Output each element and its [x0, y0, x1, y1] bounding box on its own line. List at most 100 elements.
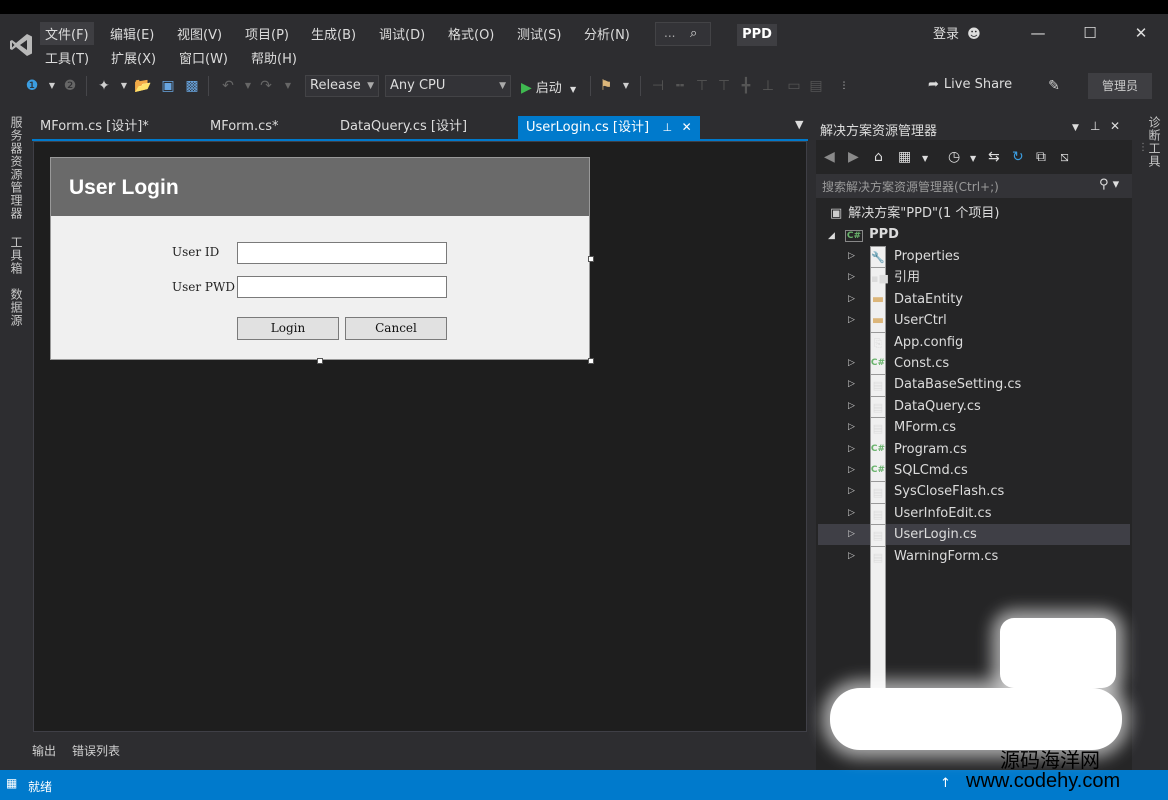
- switch-views-icon[interactable]: ▦: [898, 149, 911, 165]
- menu-item[interactable]: 窗口(W): [174, 46, 233, 69]
- output-tab[interactable]: 输出: [32, 742, 56, 759]
- menu-item[interactable]: 视图(V): [172, 22, 227, 45]
- expand-arrow-icon[interactable]: ▷: [848, 289, 855, 310]
- panel-options-icon[interactable]: ⋮: [1138, 142, 1148, 153]
- menu-item[interactable]: 编辑(E): [105, 22, 159, 45]
- menu-item[interactable]: 项目(P): [240, 22, 294, 45]
- pin-icon[interactable]: ⊥: [1090, 119, 1100, 133]
- menu-item[interactable]: 分析(N): [579, 22, 635, 45]
- solution-node[interactable]: ▣ 解决方案"PPD"(1 个项目): [830, 203, 1000, 224]
- expand-arrow-icon[interactable]: ▷: [848, 310, 855, 331]
- navigate-back-icon[interactable]: ❶: [24, 78, 40, 94]
- save-icon[interactable]: ▣: [160, 78, 176, 94]
- expand-arrow-icon[interactable]: ▷: [848, 503, 855, 524]
- login-button[interactable]: Login: [237, 317, 339, 340]
- align-tops-icon[interactable]: ⊤: [716, 78, 732, 94]
- collapse-all-icon[interactable]: ⧉: [1036, 149, 1046, 165]
- align-lefts-icon[interactable]: ⊣: [650, 78, 666, 94]
- align-bottoms-icon[interactable]: ⊥: [760, 78, 776, 94]
- document-tab[interactable]: MForm.cs*: [202, 116, 287, 140]
- forward-icon[interactable]: ▶: [848, 149, 859, 165]
- new-dropdown-icon[interactable]: ▼: [116, 78, 132, 94]
- tree-item[interactable]: ▷ ▤ DataBaseSetting.cs: [818, 374, 1130, 578]
- tree-item[interactable]: ▷ ▬ UserCtrl: [818, 310, 1130, 331]
- menu-item[interactable]: 帮助(H): [246, 46, 302, 69]
- find-dropdown-icon[interactable]: ▼: [618, 78, 634, 94]
- tree-item[interactable]: ▷ ▤ UserLogin.cs: [818, 524, 1130, 728]
- platform-dropdown[interactable]: Any CPU ▼: [385, 75, 511, 97]
- tree-item[interactable]: ▷ C# Program.cs: [818, 439, 1130, 460]
- expand-arrow-icon[interactable]: ▷: [848, 396, 855, 417]
- resize-handle-right[interactable]: [588, 256, 594, 262]
- diagnostic-tools-tab[interactable]: 诊断工具: [1146, 116, 1163, 168]
- tree-item[interactable]: ▷ 🔧 Properties: [818, 246, 1130, 449]
- undo-icon[interactable]: ↶: [220, 78, 236, 94]
- expand-arrow-icon[interactable]: ▷: [848, 481, 855, 502]
- size-to-grid-icon[interactable]: ▤: [808, 78, 824, 94]
- server-explorer-tab[interactable]: 服务器资源管理器: [8, 116, 25, 220]
- resize-handle-corner[interactable]: [588, 358, 594, 364]
- tree-item[interactable]: ⎘ App.config: [818, 331, 1130, 535]
- home-icon[interactable]: ⌂: [874, 149, 883, 165]
- tree-item[interactable]: ▷ ▤ WarningForm.cs: [818, 545, 1130, 749]
- menu-item[interactable]: 生成(B): [306, 22, 361, 45]
- expand-arrow-icon[interactable]: ▷: [848, 267, 855, 288]
- expand-arrow-icon[interactable]: ▷: [848, 374, 855, 395]
- resize-handle-bottom[interactable]: [317, 358, 323, 364]
- make-same-size-icon[interactable]: ▭: [786, 78, 802, 94]
- navigate-forward-icon[interactable]: ❷: [62, 78, 78, 94]
- sign-in-link[interactable]: 登录 ☻: [933, 23, 981, 42]
- new-project-icon[interactable]: ✦: [96, 78, 112, 94]
- back-dropdown-icon[interactable]: ▼: [44, 78, 60, 94]
- login-form-preview[interactable]: User Login User ID User PWD Login Cancel: [50, 157, 590, 360]
- align-centers-icon[interactable]: ╍: [672, 78, 688, 94]
- save-all-icon[interactable]: ▩: [184, 78, 200, 94]
- expand-arrow-icon[interactable]: ▷: [848, 246, 855, 267]
- menu-item[interactable]: 扩展(X): [106, 46, 161, 69]
- cancel-button[interactable]: Cancel: [345, 317, 447, 340]
- tree-item[interactable]: ▷ ▤ UserInfoEdit.cs: [818, 502, 1130, 706]
- sync-icon[interactable]: ⇆: [988, 149, 1000, 165]
- document-tab[interactable]: DataQuery.cs [设计]: [332, 116, 475, 140]
- close-window-button[interactable]: ✕: [1128, 22, 1154, 44]
- pending-dropdown-icon[interactable]: ▼: [970, 154, 976, 163]
- close-panel-icon[interactable]: ✕: [1110, 119, 1120, 133]
- quick-search-box[interactable]: ... ⌕: [655, 22, 711, 46]
- tree-item[interactable]: ▷ ▪■ 引用: [818, 267, 1130, 471]
- tab-list-dropdown-icon[interactable]: ▼: [795, 118, 803, 131]
- tree-item[interactable]: ▷ ▤ SysCloseFlash.cs: [818, 481, 1130, 685]
- menu-item[interactable]: 调试(D): [374, 22, 430, 45]
- tree-item[interactable]: ▷ C# SQLCmd.cs: [818, 460, 1130, 481]
- menu-item[interactable]: 工具(T): [40, 46, 94, 69]
- align-middles-icon[interactable]: ╋: [738, 78, 754, 94]
- menu-item[interactable]: 格式(O): [443, 22, 499, 45]
- undo-dropdown-icon[interactable]: ▼: [240, 78, 256, 94]
- maximize-button[interactable]: ☐: [1077, 22, 1103, 44]
- expand-arrow-icon[interactable]: ▷: [848, 546, 855, 567]
- start-debugging-button[interactable]: ▶ 启动 ▼: [521, 77, 576, 96]
- expand-arrow-icon[interactable]: ▷: [848, 353, 855, 374]
- toolbar-overflow-icon[interactable]: ⋮: [836, 78, 852, 94]
- redo-icon[interactable]: ↷: [258, 78, 274, 94]
- switch-views-dropdown-icon[interactable]: ▼: [922, 154, 928, 163]
- user-pwd-input[interactable]: [237, 276, 447, 298]
- configuration-dropdown[interactable]: Release ▼: [305, 75, 379, 97]
- publish-arrow-icon[interactable]: ↑: [940, 776, 951, 791]
- expand-arrow-icon[interactable]: ▷: [848, 460, 855, 481]
- feedback-icon[interactable]: ✎: [1046, 78, 1062, 94]
- data-sources-tab[interactable]: 数据源: [8, 288, 25, 327]
- pin-tab-icon[interactable]: ⊥: [659, 121, 676, 134]
- expand-arrow-icon[interactable]: ▷: [848, 524, 855, 545]
- document-tab[interactable]: UserLogin.cs [设计] ⊥ ✕: [518, 116, 700, 140]
- live-share-button[interactable]: ➦ Live Share: [928, 77, 1012, 92]
- minimize-button[interactable]: —: [1025, 22, 1051, 44]
- align-rights-icon[interactable]: ⊤: [694, 78, 710, 94]
- user-id-input[interactable]: [237, 242, 447, 264]
- show-all-files-icon[interactable]: ⧅: [1060, 149, 1069, 165]
- expand-arrow-icon[interactable]: ▷: [848, 417, 855, 438]
- menu-item[interactable]: 测试(S): [512, 22, 566, 45]
- redo-dropdown-icon[interactable]: ▼: [280, 78, 296, 94]
- find-in-files-icon[interactable]: ⚑: [598, 78, 614, 94]
- menu-item[interactable]: 文件(F): [40, 22, 94, 45]
- tree-item[interactable]: ▷ ▬ DataEntity: [818, 289, 1130, 310]
